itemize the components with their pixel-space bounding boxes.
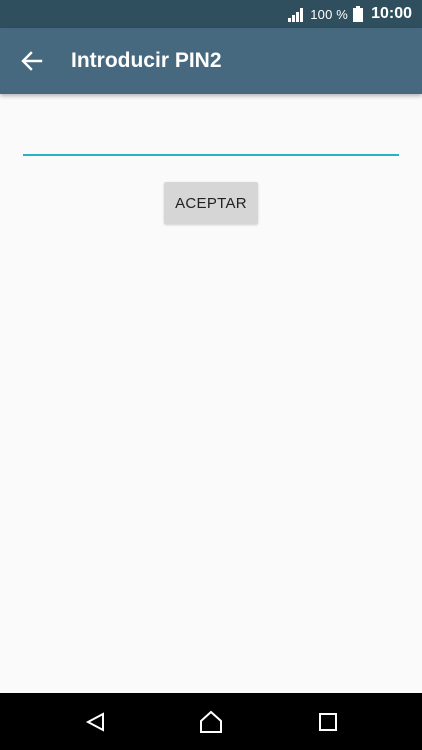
home-icon xyxy=(200,710,222,733)
nav-back-button[interactable] xyxy=(80,707,110,737)
nav-home-button[interactable] xyxy=(196,707,226,737)
navigation-bar xyxy=(0,693,422,750)
toolbar: Introducir PIN2 xyxy=(0,28,422,94)
recents-square-icon xyxy=(319,713,337,731)
clock: 10:00 xyxy=(371,5,412,22)
arrow-left-icon xyxy=(21,51,43,71)
back-button[interactable] xyxy=(14,43,50,79)
back-triangle-icon xyxy=(85,712,104,732)
nav-recents-button[interactable] xyxy=(313,707,343,737)
battery-icon xyxy=(353,6,364,22)
signal-icon xyxy=(288,8,304,22)
status-indicators: 100 % 10:00 xyxy=(287,0,412,28)
status-bar: 100 % 10:00 xyxy=(0,0,422,28)
screen: 100 % 10:00 Introducir PIN2 ACEPTAR xyxy=(0,0,422,750)
battery-percent: 100 % xyxy=(310,6,349,22)
accept-button[interactable]: ACEPTAR xyxy=(164,182,258,224)
page-title: Introducir PIN2 xyxy=(71,49,222,72)
pin2-input[interactable] xyxy=(23,124,399,156)
content-area: ACEPTAR xyxy=(0,94,422,693)
